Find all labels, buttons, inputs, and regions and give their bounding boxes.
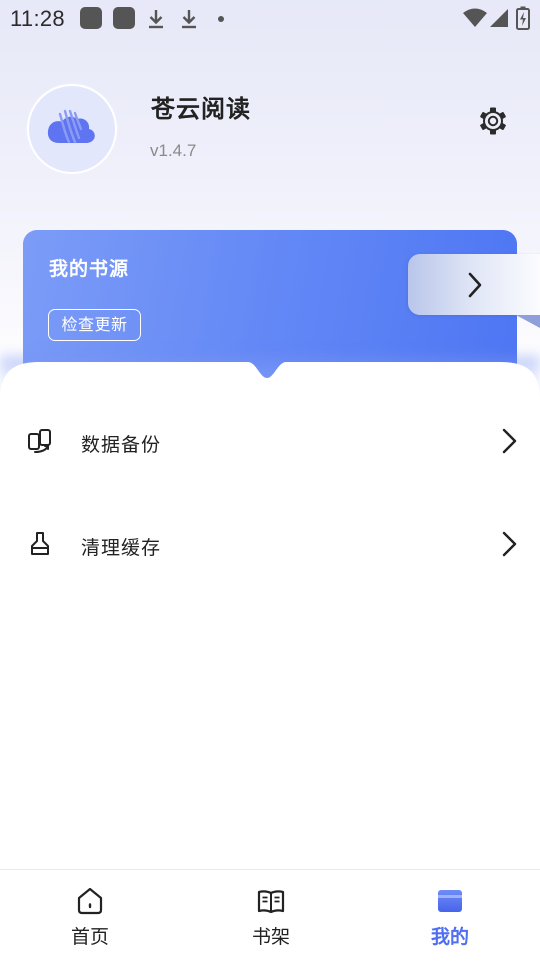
download-icon [182,10,196,29]
app-name: 苍云阅读 [151,95,251,123]
status-bar: 11:28 [0,0,540,36]
avatar[interactable] [27,84,117,174]
broom-icon [31,532,49,555]
menu-item-label: 清理缓存 [81,537,162,559]
status-time: 11:28 [10,6,65,31]
check-update-button[interactable]: 检查更新 [48,309,141,341]
tab-profile[interactable]: 我的 [390,870,510,961]
bottom-nav: 首页 书架 我的 [0,869,540,961]
app-icon [113,7,135,29]
profile-tab-icon [438,890,462,912]
tab-label: 我的 [430,926,469,948]
gear-icon[interactable] [477,105,509,137]
app-version: v1.4.7 [150,141,197,160]
chevron-right-icon [502,428,517,454]
cloud-book-logo-icon [47,109,95,144]
signal-icon [490,9,508,27]
chevron-right-icon [468,272,482,298]
download-icon [149,10,163,29]
app-icon [80,7,102,29]
tab-bookshelf[interactable]: 书架 [211,870,331,961]
tab-label: 首页 [70,926,109,948]
menu-item-clear-cache[interactable]: 清理缓存 [0,504,540,584]
tab-fold-decoration [516,315,540,328]
menu-item-label: 数据备份 [81,434,162,456]
tab-label: 书架 [251,926,290,948]
book-source-title: 我的书源 [49,258,130,280]
home-icon [77,887,103,915]
book-icon [257,890,285,914]
tab-home[interactable]: 首页 [30,870,150,961]
menu-item-data-backup[interactable]: 数据备份 [0,401,540,481]
chevron-right-icon [502,531,517,557]
wifi-icon [463,8,487,27]
battery-icon [516,6,530,30]
backup-icon [28,429,51,453]
dot-icon [218,16,224,22]
book-source-arrow-button[interactable] [408,254,540,315]
